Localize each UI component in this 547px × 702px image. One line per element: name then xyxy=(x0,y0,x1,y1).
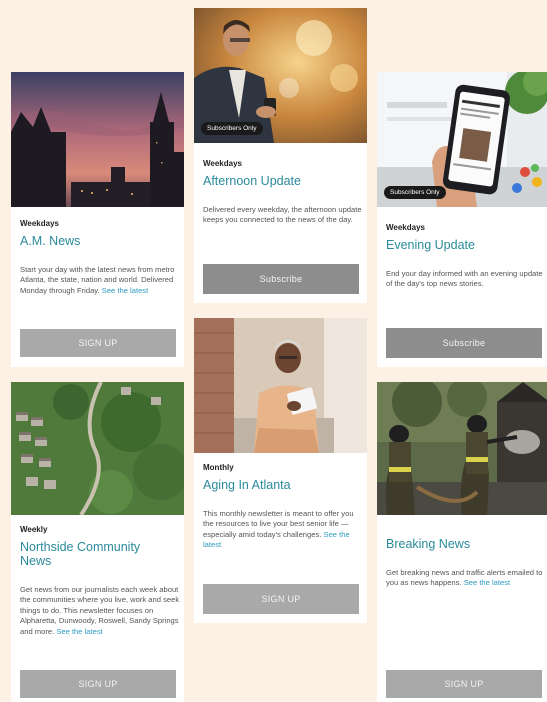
card-description: Get breaking news and traffic alerts ema… xyxy=(386,568,546,589)
newsletter-card-evening-update: Subscribers Only Weekdays Evening Update… xyxy=(377,72,547,367)
see-the-latest-link[interactable]: See the latest xyxy=(56,627,102,636)
card-title-line2: News xyxy=(20,554,52,568)
card-description: This monthly newsletter is meant to offe… xyxy=(203,509,363,551)
subscribe-button[interactable]: Subscribe xyxy=(203,264,359,294)
card-frequency: Weekly xyxy=(20,525,48,534)
card-title[interactable]: A.M. News xyxy=(20,234,80,248)
sign-up-button[interactable]: SIGN UP xyxy=(20,670,176,698)
card-title-line1: Northside Community xyxy=(20,540,141,554)
newsletter-card-northside-community: Weekly Northside Community News Get news… xyxy=(11,382,184,702)
sign-up-button[interactable]: SIGN UP xyxy=(386,670,542,698)
card-title[interactable]: Evening Update xyxy=(386,238,475,252)
newsletter-card-aging-in-atlanta: Monthly Aging In Atlanta This monthly ne… xyxy=(194,318,367,623)
card-description: Get news from our journalists each week … xyxy=(20,585,182,637)
newsletter-card-breaking-news: Breaking News Get breaking news and traf… xyxy=(377,382,547,702)
sign-up-button[interactable]: SIGN UP xyxy=(203,584,359,614)
card-description: Delivered every weekday, the afternoon u… xyxy=(203,205,362,225)
newsletter-card-afternoon-update: Subscribers Only Weekdays Afternoon Upda… xyxy=(194,8,367,303)
see-the-latest-link[interactable]: See the latest xyxy=(464,578,510,587)
sign-up-button[interactable]: SIGN UP xyxy=(20,329,176,357)
card-description: End your day informed with an evening up… xyxy=(386,269,543,289)
card-description: Start your day with the latest news from… xyxy=(20,265,180,296)
card-frequency: Weekdays xyxy=(386,223,425,232)
card-title[interactable]: Northside Community News xyxy=(20,540,180,568)
card-frequency: Monthly xyxy=(203,463,234,472)
aerial-neighborhood-image xyxy=(11,382,184,515)
firefighters-image xyxy=(377,382,547,515)
card-title[interactable]: Aging In Atlanta xyxy=(203,478,291,492)
atlanta-skyline-image xyxy=(11,72,184,207)
card-description-text: Start your day with the latest news from… xyxy=(20,265,175,295)
subscribers-only-badge: Subscribers Only xyxy=(201,122,263,135)
newsletter-card-am-news: Weekdays A.M. News Start your day with t… xyxy=(11,72,184,367)
senior-woman-tablet-image xyxy=(194,318,367,453)
card-title[interactable]: Breaking News xyxy=(386,537,470,551)
subscribers-only-badge: Subscribers Only xyxy=(384,186,446,199)
card-title[interactable]: Afternoon Update xyxy=(203,174,301,188)
subscribe-button[interactable]: Subscribe xyxy=(386,328,542,358)
see-the-latest-link[interactable]: See the latest xyxy=(102,286,148,295)
card-frequency: Weekdays xyxy=(20,219,59,228)
card-frequency: Weekdays xyxy=(203,159,242,168)
